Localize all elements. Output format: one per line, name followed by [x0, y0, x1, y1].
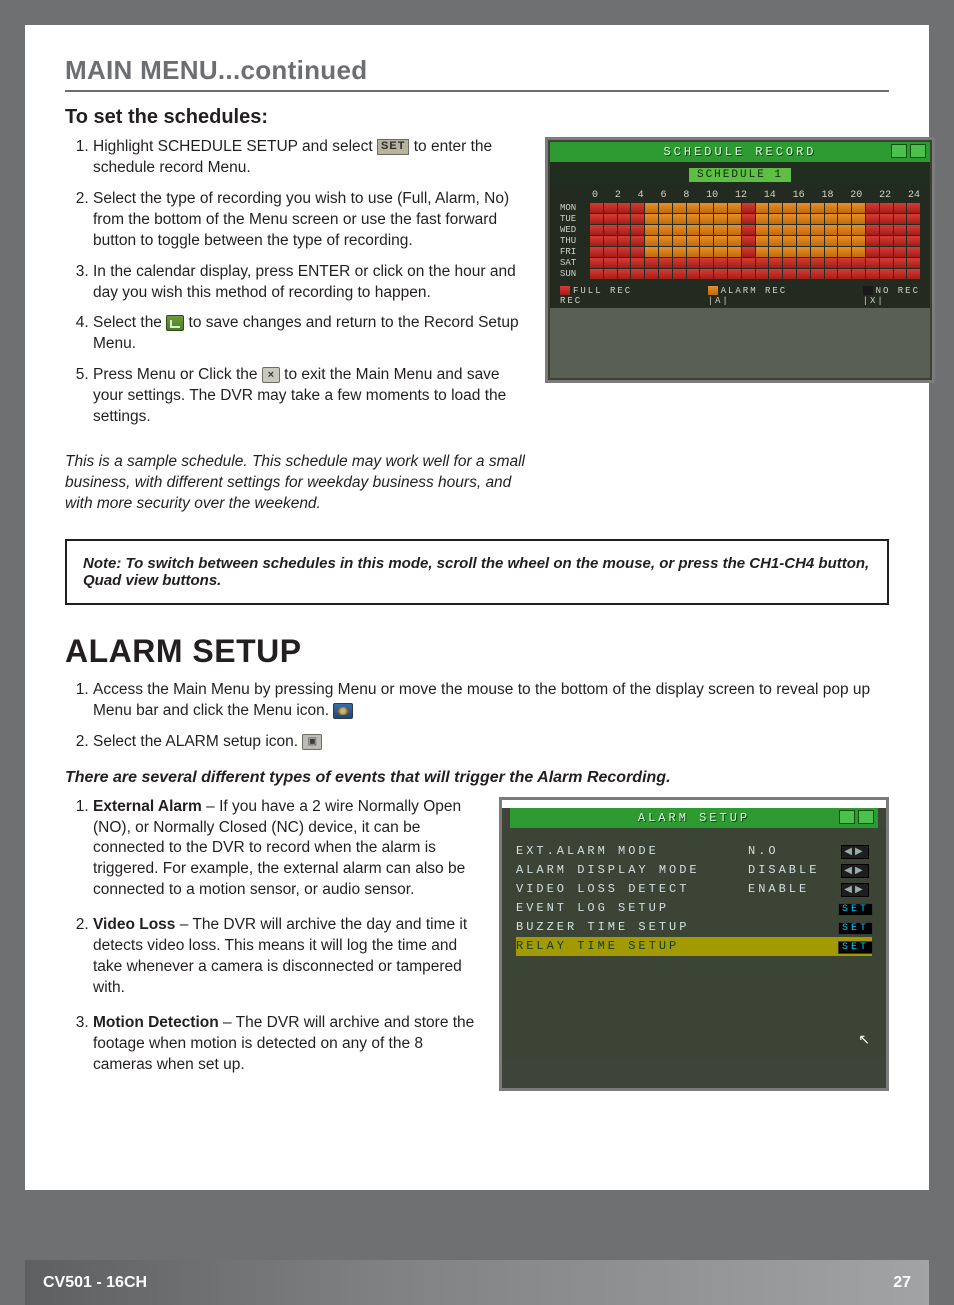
text: Select the ALARM setup icon. [93, 733, 302, 750]
schedules-title: To set the schedules: [65, 106, 889, 129]
screen-title: SCHEDULE RECORD [663, 145, 816, 159]
legend-no-sub: |X| [863, 296, 885, 306]
schedule-record-screenshot: SCHEDULE RECORD SCHEDULE 1 0246810121416… [545, 137, 935, 383]
list-item: Highlight SCHEDULE SETUP and select SET … [93, 137, 525, 179]
list-item: Video Loss – The DVR will archive the da… [93, 915, 479, 999]
set-icon: SET [377, 139, 409, 155]
list-item: Select the type of recording you wish to… [93, 189, 525, 252]
footer-page: 27 [893, 1274, 911, 1292]
list-item: Access the Main Menu by pressing Menu or… [93, 680, 889, 722]
schedule-subtitle: SCHEDULE 1 [689, 168, 791, 182]
list-item: External Alarm – If you have a 2 wire No… [93, 797, 479, 902]
list-item: Motion Detection – The DVR will archive … [93, 1013, 479, 1076]
text: Select the [93, 314, 166, 331]
close-icon [858, 810, 874, 824]
schedule-steps: Highlight SCHEDULE SETUP and select SET … [93, 137, 525, 428]
section-title: MAIN MENU...continued [65, 55, 889, 92]
alarm-setup-row: EXT.ALARM MODEN.O◀▶ [516, 842, 872, 861]
alarm-setup-row: BUZZER TIME SETUPSET [516, 918, 872, 937]
list-item: Select the to save changes and return to… [93, 313, 525, 355]
screen-title: ALARM SETUP [638, 811, 750, 825]
legend-alarm-sub: |A| [708, 296, 730, 306]
alarm-setup-screenshot: ALARM SETUP EXT.ALARM MODEN.O◀▶ALARM DIS… [499, 797, 889, 1091]
hours-row: 024681012141618202224 [592, 190, 920, 201]
page: MAIN MENU...continued To set the schedul… [25, 25, 929, 1190]
close-icon: × [262, 367, 280, 383]
footer-bar: CV501 - 16CH 27 [25, 1260, 929, 1305]
alarm-events-list: External Alarm – If you have a 2 wire No… [93, 797, 479, 1076]
legend-alarm: ALARM REC [721, 286, 788, 296]
legend: FULL RECREC ALARM REC|A| NO REC|X| [550, 284, 930, 308]
return-icon [166, 315, 184, 331]
event-label: External Alarm [93, 798, 202, 815]
schedule-row: SAT [560, 258, 920, 268]
alarm-setup-row: VIDEO LOSS DETECTENABLE◀▶ [516, 880, 872, 899]
legend-full-sub: REC [560, 296, 582, 306]
schedule-note: This is a sample schedule. This schedule… [65, 452, 525, 515]
schedule-row: MON [560, 203, 920, 213]
event-label: Motion Detection [93, 1014, 219, 1031]
legend-full: FULL REC [573, 286, 632, 296]
alarm-setup-row: ALARM DISPLAY MODEDISABLE◀▶ [516, 861, 872, 880]
alarm-setup-row: RELAY TIME SETUPSET [516, 937, 872, 956]
close-icon [910, 144, 926, 158]
alarm-title: ALARM SETUP [65, 633, 889, 670]
text: Access the Main Menu by pressing Menu or… [93, 681, 870, 719]
event-label: Video Loss [93, 916, 175, 933]
note-box: Note: To switch between schedules in thi… [65, 539, 889, 605]
legend-no: NO REC [876, 286, 920, 296]
alarm-events-intro: There are several different types of eve… [65, 769, 889, 787]
schedule-row: THU [560, 236, 920, 246]
text: Press Menu or Click the [93, 366, 262, 383]
return-icon [891, 144, 907, 158]
alarm-steps: Access the Main Menu by pressing Menu or… [93, 680, 889, 753]
return-icon [839, 810, 855, 824]
schedule-row: TUE [560, 214, 920, 224]
menu-icon [333, 703, 353, 719]
alarm-setup-icon: ▣ [302, 734, 322, 750]
text: Highlight SCHEDULE SETUP and select [93, 138, 377, 155]
schedule-row: WED [560, 225, 920, 235]
alarm-setup-row: EVENT LOG SETUPSET [516, 899, 872, 918]
footer-model: CV501 - 16CH [43, 1274, 147, 1292]
schedule-row: FRI [560, 247, 920, 257]
list-item: In the calendar display, press ENTER or … [93, 262, 525, 304]
schedule-row: SUN [560, 269, 920, 279]
cursor-icon: ↖ [858, 1031, 870, 1048]
list-item: Press Menu or Click the × to exit the Ma… [93, 365, 525, 428]
list-item: Select the ALARM setup icon. ▣ [93, 732, 889, 753]
